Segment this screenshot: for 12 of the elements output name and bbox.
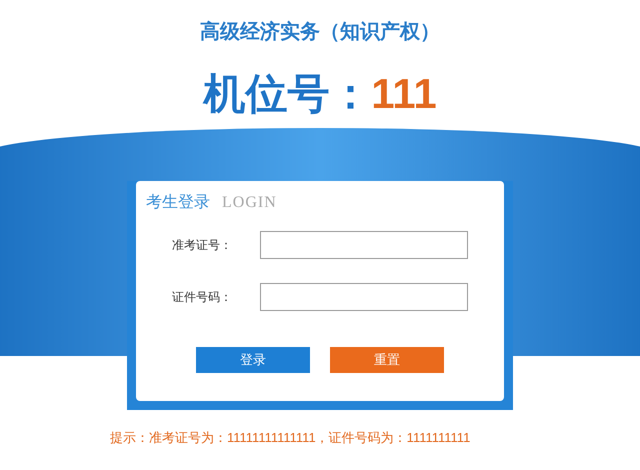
login-subtitle: LOGIN [222, 193, 277, 213]
field-label: 证件号码： [172, 289, 233, 306]
reset-button[interactable]: 重置 [330, 347, 444, 373]
seat-number: 111 [371, 70, 437, 118]
exam-title: 高级经济实务（知识产权） [200, 20, 440, 45]
hint-text: 提示：准考证号为：11111111111111，证件号码为：1111111111 [110, 429, 470, 447]
input-field[interactable] [260, 231, 468, 259]
login-title: 考生登录 [146, 192, 210, 213]
field-label: 准考证号： [172, 237, 233, 254]
seat-label: 机位号： [203, 70, 372, 118]
input-field[interactable] [260, 283, 468, 311]
login-button[interactable]: 登录 [196, 347, 310, 373]
